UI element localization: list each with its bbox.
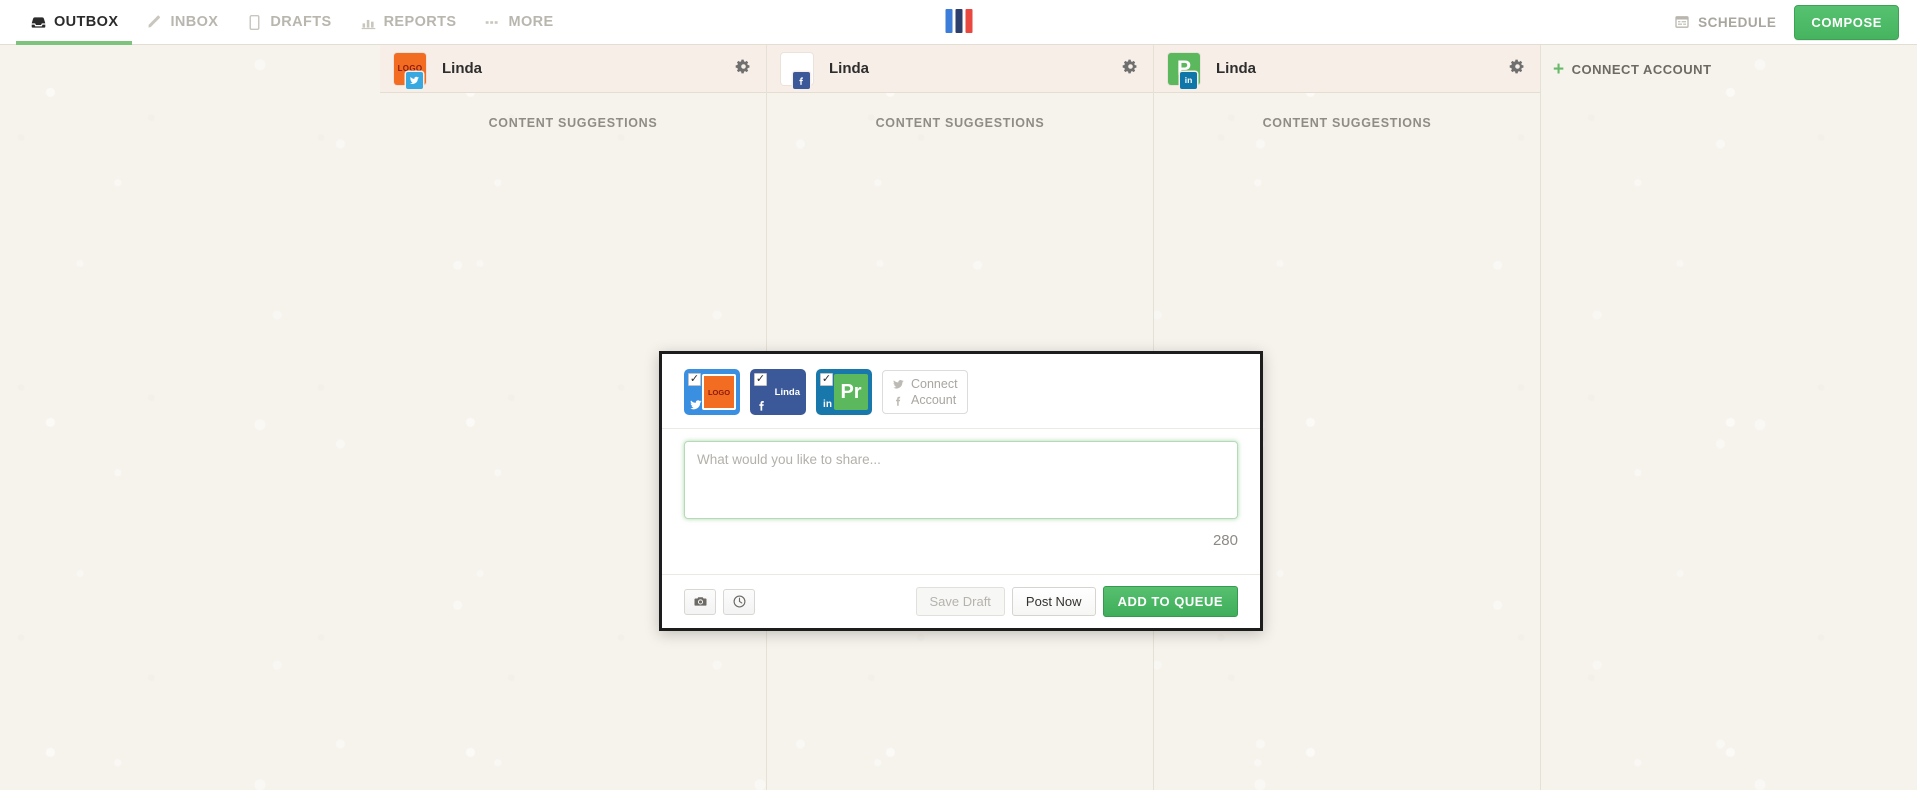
chart-icon [360,14,377,31]
account-chip-checkbox[interactable]: ✓ [820,373,833,386]
nav-item-label: DRAFTS [270,14,332,30]
facebook-icon [793,71,810,89]
post-now-button[interactable]: Post Now [1011,587,1096,616]
connect-chip-line-1: Connect [911,377,958,391]
nav-item-more[interactable]: MORE [470,0,567,44]
twitter-icon [406,71,423,89]
connect-chip-row-twitter: Connect [892,377,958,391]
plus-icon: + [1553,58,1565,80]
nav-item-label: OUTBOX [54,14,119,30]
account-selector-row: ✓ LOGO ✓ Linda ✓ in Pr Connect Account [662,354,1260,429]
nav-item-inbox[interactable]: INBOX [132,0,232,44]
column-header[interactable]: LOGO Linda [380,45,766,93]
linkedin-icon: in [820,397,835,412]
account-chip-checkbox[interactable]: ✓ [688,373,701,386]
account-chip-avatar: Pr [834,374,868,410]
brand-bar-2 [955,9,962,33]
linkedin-icon-label: in [823,398,832,410]
account-chip-label: Linda [774,386,800,398]
brand-logo[interactable] [945,7,972,33]
camera-icon[interactable] [684,588,716,615]
twitter-icon [688,397,703,412]
character-counter: 280 [1212,532,1238,549]
content-suggestions-label: CONTENT SUGGESTIONS [488,116,658,130]
nav-item-drafts[interactable]: DRAFTS [232,0,345,44]
nav-item-label: INBOX [170,14,219,30]
content-suggestions-label: CONTENT SUGGESTIONS [875,116,1045,130]
compose-actions: Save Draft Post Now ADD TO QUEUE [915,586,1238,617]
facebook-icon [892,394,905,407]
document-icon [246,14,263,31]
more-icon [484,14,501,31]
column-account-name: Linda [1216,60,1256,77]
save-draft-button[interactable]: Save Draft [915,587,1005,616]
schedule-button[interactable]: SCHEDULE [1673,14,1776,31]
nav-item-outbox[interactable]: OUTBOX [16,0,133,45]
nav-secondary-items: SCHEDULE COMPOSE [1673,0,1917,44]
gear-icon[interactable] [1509,58,1526,80]
nav-primary-items: OUTBOX INBOX DRAFTS REPORTS MORE [0,0,568,45]
avatar: P in [1168,52,1200,89]
twitter-icon [892,378,905,391]
connect-account-button[interactable]: + CONNECT ACCOUNT [1553,45,1712,93]
nav-item-reports[interactable]: REPORTS [346,0,471,44]
account-chip-checkbox[interactable]: ✓ [754,373,767,386]
nav-item-label: MORE [508,14,554,30]
avatar-logo-text: LOGO [707,387,731,397]
linkedin-icon-label: in [1184,74,1193,85]
content-suggestions-label: CONTENT SUGGESTIONS [1262,116,1432,130]
linkedin-icon: in [1180,71,1197,89]
clock-icon[interactable] [723,588,755,615]
column-header[interactable]: P in Linda [1154,45,1540,93]
avatar [781,52,813,89]
gear-icon[interactable] [735,58,752,80]
brand-bar-3 [965,9,972,33]
avatar-letter: Pr [840,381,862,403]
nav-item-label: REPORTS [383,14,457,30]
outbox-icon [30,14,47,31]
column-account-name: Linda [442,60,482,77]
app-root: OUTBOX INBOX DRAFTS REPORTS MORE SCHEDUL… [0,0,1917,790]
connect-account-label: CONNECT ACCOUNT [1571,61,1712,77]
connect-account-chip[interactable]: Connect Account [882,370,968,414]
column-header[interactable]: Linda [767,45,1153,93]
compose-footer: Save Draft Post Now ADD TO QUEUE [662,574,1260,628]
account-chip-facebook[interactable]: ✓ Linda [750,369,806,415]
schedule-label: SCHEDULE [1698,14,1777,30]
add-to-queue-button[interactable]: ADD TO QUEUE [1102,586,1238,617]
compose-modal: ✓ LOGO ✓ Linda ✓ in Pr Connect Account W… [659,351,1263,631]
column-account-name: Linda [829,60,869,77]
compose-button[interactable]: COMPOSE [1794,4,1899,40]
connect-chip-line-2: Account [911,393,957,407]
connect-chip-row-facebook: Account [892,393,958,407]
account-chip-avatar: LOGO [702,374,736,410]
account-chip-twitter[interactable]: ✓ LOGO [684,369,740,415]
facebook-icon [754,397,769,412]
gear-icon[interactable] [1122,58,1139,80]
pen-icon [146,14,163,31]
avatar: LOGO [394,52,426,89]
account-chip-linkedin[interactable]: ✓ in Pr [816,369,872,415]
calendar-icon [1673,14,1690,31]
brand-bar-1 [945,9,952,33]
top-navigation-bar: OUTBOX INBOX DRAFTS REPORTS MORE SCHEDUL… [0,0,1917,45]
compose-textarea[interactable] [684,441,1238,519]
compose-body [662,429,1260,524]
